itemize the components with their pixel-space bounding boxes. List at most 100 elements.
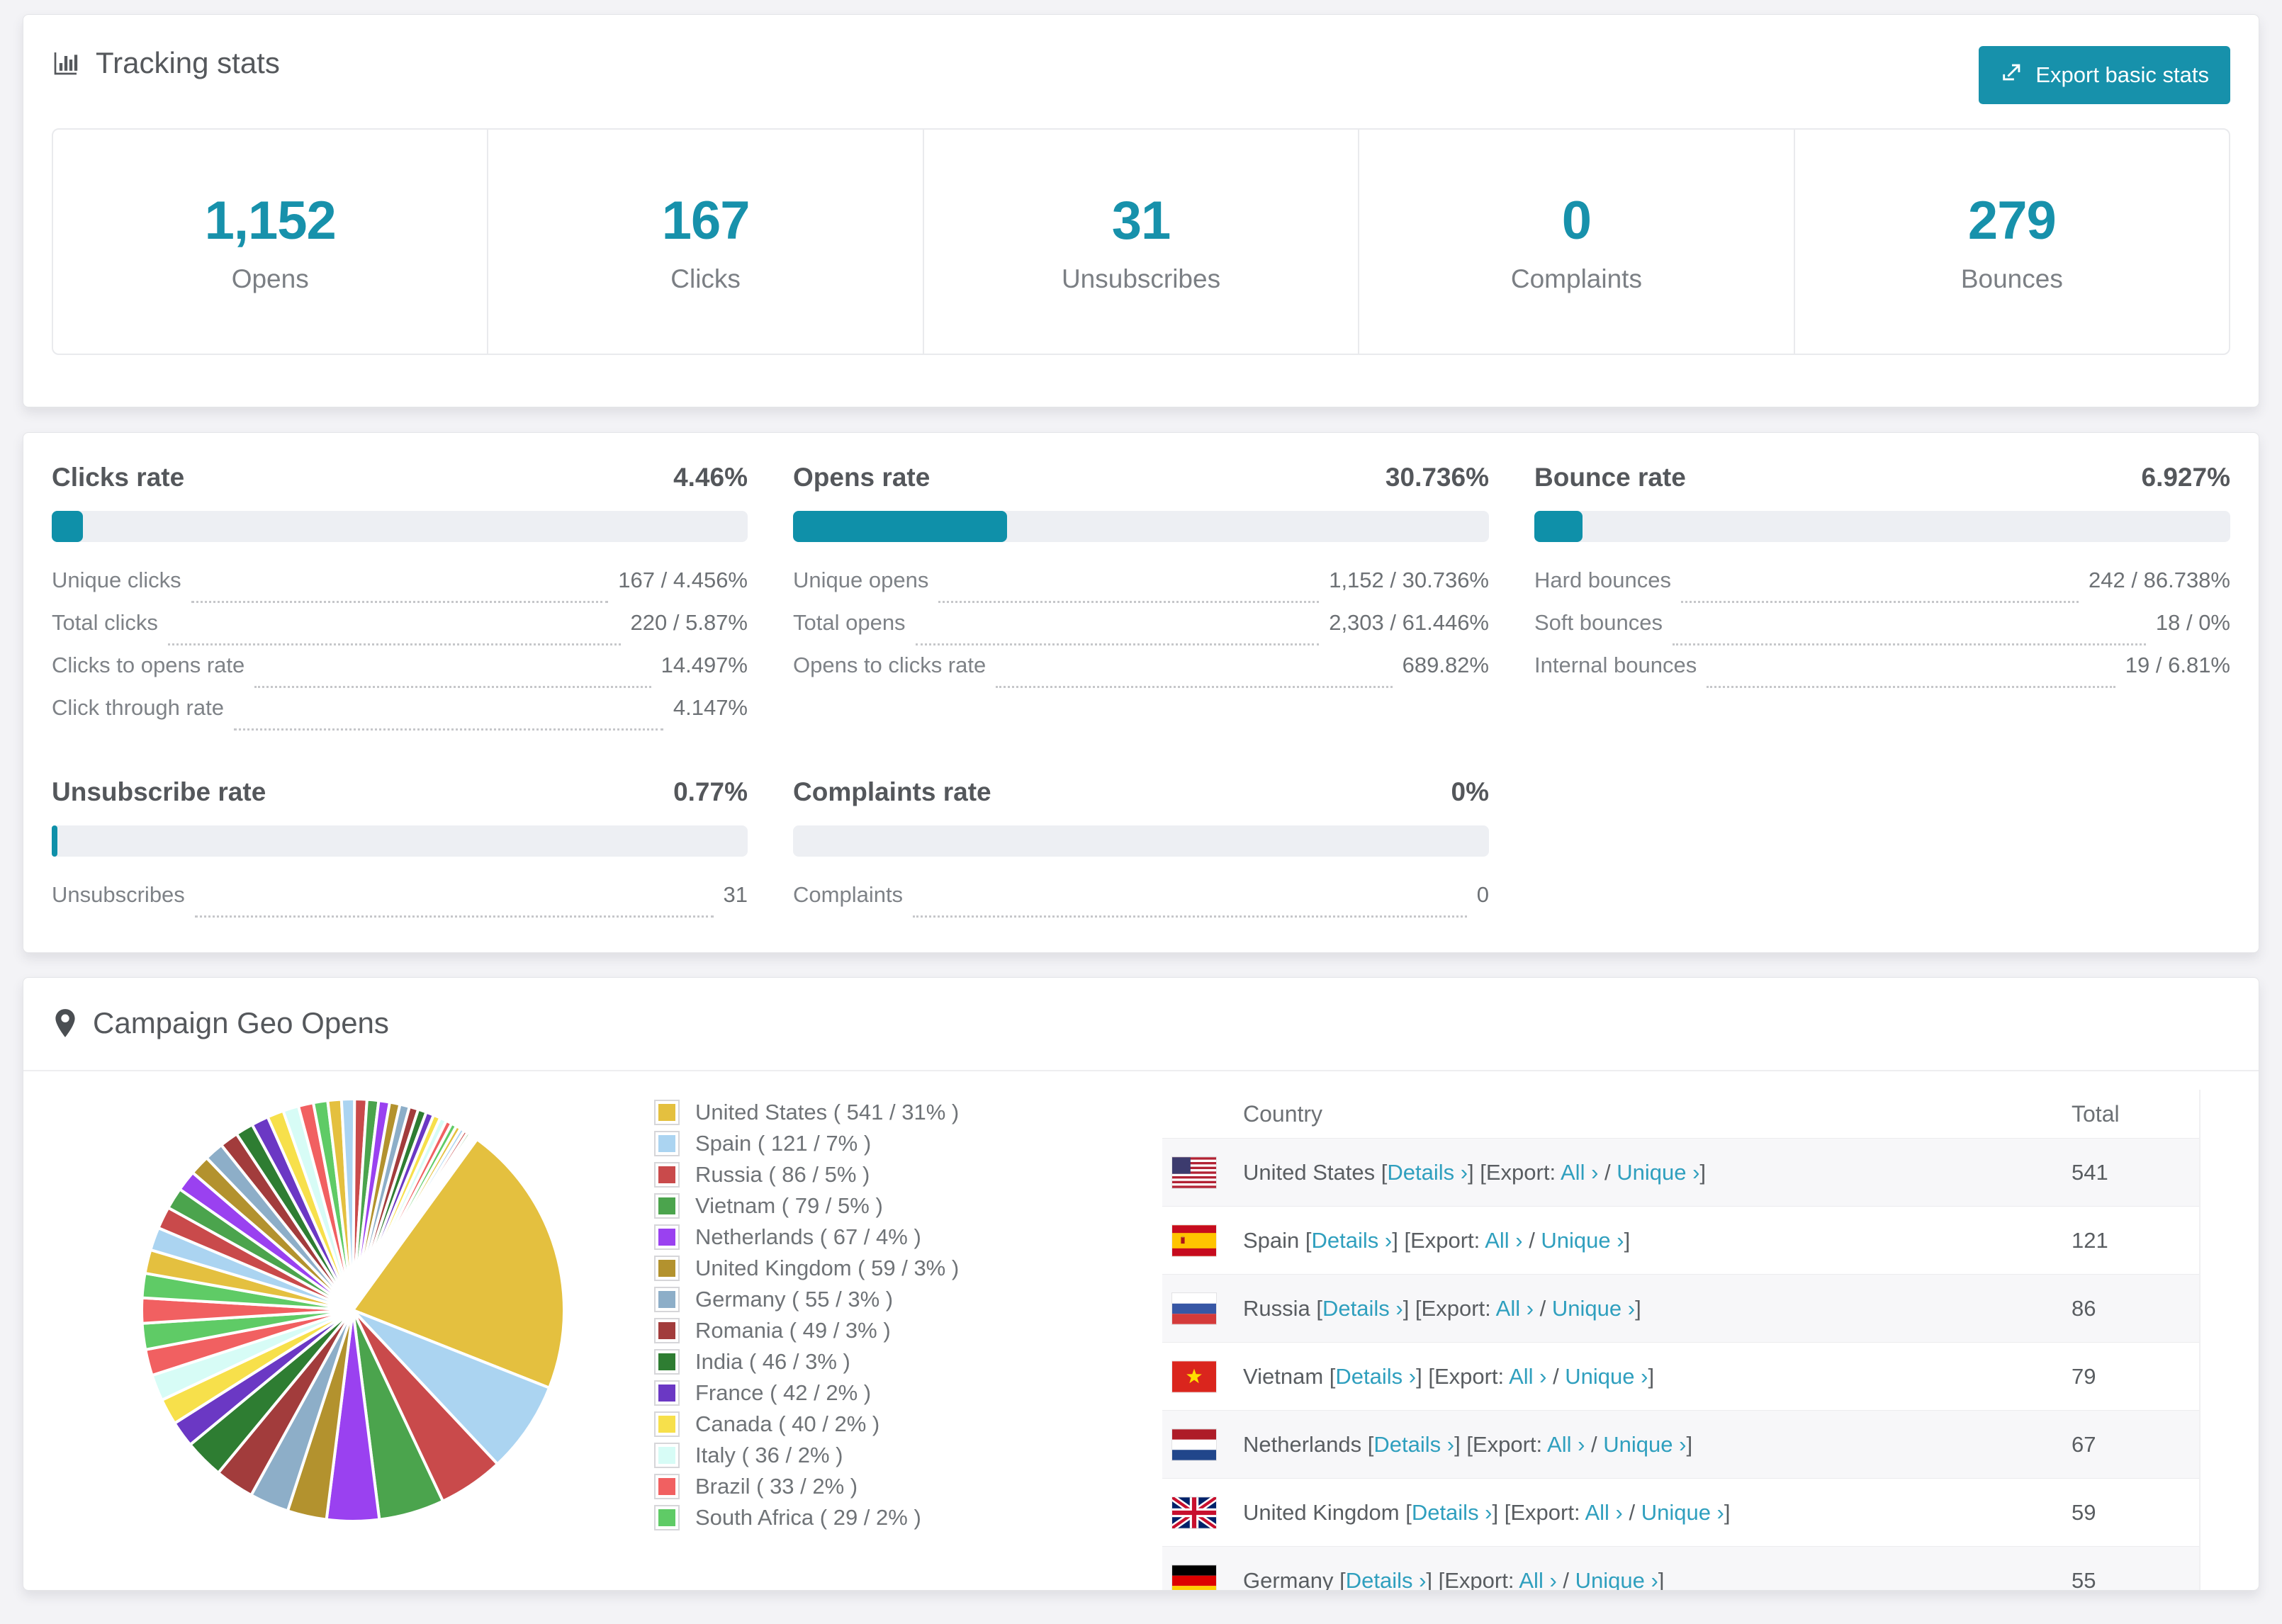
- export-label-text: ] [Export:: [1492, 1499, 1585, 1525]
- legend-label: Brazil ( 33 / 2% ): [695, 1474, 858, 1499]
- flag-nl: [1172, 1428, 1216, 1460]
- flag-de: [1172, 1564, 1216, 1590]
- row-total: 86: [2072, 1295, 2096, 1321]
- export-all-link[interactable]: All ›: [1509, 1364, 1546, 1389]
- bar-chart-icon: [52, 49, 80, 77]
- stat-cell-complaints: 0 Complaints: [1358, 130, 1793, 354]
- country-name: United Kingdom: [1243, 1499, 1400, 1525]
- rate-progress: [52, 511, 748, 542]
- country-flag: [1172, 1360, 1216, 1392]
- export-unique-link[interactable]: Unique ›: [1603, 1432, 1686, 1457]
- rate-title: Opens rate: [793, 463, 931, 492]
- export-all-link[interactable]: All ›: [1561, 1160, 1598, 1185]
- details-link[interactable]: Details ›: [1387, 1160, 1468, 1185]
- export-all-link[interactable]: All ›: [1519, 1568, 1556, 1591]
- table-row-gb: United Kingdom [Details ›] [Export: All …: [1162, 1478, 2199, 1546]
- export-unique-link[interactable]: Unique ›: [1541, 1228, 1624, 1253]
- rate-row-value: 220 / 5.87%: [630, 610, 748, 635]
- rate-title: Complaints rate: [793, 777, 991, 806]
- dotted-leader: [233, 728, 663, 731]
- export-all-link[interactable]: All ›: [1496, 1296, 1534, 1321]
- rates-grid: Clicks rate 4.46% Unique clicks 167 / 4.456…: [52, 463, 2230, 925]
- flag-us: [1172, 1156, 1216, 1188]
- details-link[interactable]: Details ›: [1335, 1364, 1416, 1389]
- legend-item: Spain ( 121 / 7% ): [654, 1128, 1051, 1159]
- export-unique-link[interactable]: Unique ›: [1575, 1568, 1658, 1591]
- bracket-text: ]: [1686, 1431, 1693, 1457]
- rate-row-value: 18 / 0%: [2155, 610, 2230, 635]
- export-all-link[interactable]: All ›: [1585, 1500, 1622, 1525]
- rate-progress: [793, 825, 1489, 857]
- export-basic-stats-button[interactable]: Export basic stats: [1979, 46, 2230, 104]
- country-flag: [1172, 1496, 1216, 1528]
- rate-progress-fill: [793, 511, 1007, 542]
- legend-item: United States ( 541 / 31% ): [654, 1097, 1051, 1128]
- table-row-us: United States [Details ›] [Export: All ›…: [1162, 1138, 2199, 1206]
- table-row-es: Spain [Details ›] [Export: All › / Uniqu…: [1162, 1206, 2199, 1274]
- tracking-stats-card: Tracking stats Export basic stats 1,152 O…: [23, 14, 2259, 407]
- legend-swatch: [654, 1349, 680, 1375]
- export-all-link[interactable]: All ›: [1485, 1228, 1522, 1253]
- rate-block-complaints-rate: Complaints rate 0% Complaints 0: [793, 777, 1489, 925]
- legend-swatch: [654, 1505, 680, 1530]
- legend-label: Romania ( 49 / 3% ): [695, 1318, 891, 1343]
- slash-text: /: [1622, 1499, 1641, 1525]
- country-name: Germany: [1243, 1567, 1334, 1591]
- rate-row-value: 167 / 4.456%: [618, 568, 748, 592]
- rate-block-header: Unsubscribe rate 0.77%: [52, 777, 748, 806]
- export-unique-link[interactable]: Unique ›: [1565, 1364, 1648, 1389]
- page-title: Tracking stats: [96, 46, 280, 79]
- flag-ru: [1172, 1292, 1216, 1324]
- stat-cell-opens: 1,152 Opens: [53, 130, 487, 354]
- dotted-leader: [254, 686, 651, 688]
- legend-label: India ( 46 / 3% ): [695, 1349, 850, 1374]
- legend-label: United States ( 541 / 31% ): [695, 1100, 960, 1124]
- table-row-ru: Russia [Details ›] [Export: All › / Uniq…: [1162, 1274, 2199, 1342]
- details-link[interactable]: Details ›: [1346, 1568, 1427, 1591]
- rate-row-value: 242 / 86.738%: [2089, 568, 2230, 592]
- legend-swatch: [654, 1287, 680, 1312]
- rate-block-unsubscribe-rate: Unsubscribe rate 0.77% Unsubscribes 31: [52, 777, 748, 925]
- rate-row-label: Total opens: [793, 610, 906, 635]
- bracket-text: ]: [1624, 1227, 1631, 1253]
- legend-item: United Kingdom ( 59 / 3% ): [654, 1253, 1051, 1284]
- table-row-de: Germany [Details ›] [Export: All › / Uni…: [1162, 1546, 2199, 1591]
- rate-progress-fill: [1534, 511, 1583, 542]
- rate-row: Complaints 0: [793, 882, 1489, 925]
- dotted-leader: [913, 915, 1467, 918]
- stat-label: Clicks: [670, 264, 741, 293]
- country-name: Netherlands: [1243, 1431, 1362, 1457]
- rate-row-label: Complaints: [793, 882, 904, 907]
- geo-pie-chart: [135, 1090, 589, 1590]
- legend-swatch: [654, 1256, 680, 1281]
- legend-label: Italy ( 36 / 2% ): [695, 1443, 843, 1467]
- legend-swatch: [654, 1474, 680, 1499]
- legend-label: Netherlands ( 67 / 4% ): [695, 1224, 921, 1249]
- export-label-text: ] [Export:: [1416, 1363, 1510, 1389]
- export-unique-link[interactable]: Unique ›: [1617, 1160, 1699, 1185]
- rate-row-value: 31: [723, 882, 748, 907]
- country-flag: [1172, 1428, 1216, 1460]
- export-all-link[interactable]: All ›: [1547, 1432, 1585, 1457]
- details-link[interactable]: Details ›: [1322, 1296, 1403, 1321]
- export-icon: [2000, 60, 2024, 90]
- tracking-stats-title-row: Tracking stats: [52, 46, 280, 80]
- rate-row: Total opens 2,303 / 61.446%: [793, 610, 1489, 653]
- export-unique-link[interactable]: Unique ›: [1552, 1296, 1635, 1321]
- details-link[interactable]: Details ›: [1373, 1432, 1454, 1457]
- row-total: 121: [2072, 1227, 2108, 1253]
- dotted-leader: [915, 643, 1320, 645]
- stat-label: Opens: [231, 264, 309, 293]
- legend-item: Brazil ( 33 / 2% ): [654, 1471, 1051, 1502]
- details-link[interactable]: Details ›: [1312, 1228, 1393, 1253]
- country-flag: [1172, 1292, 1216, 1324]
- rate-block-header: Clicks rate 4.46%: [52, 463, 748, 492]
- rates-card: Clicks rate 4.46% Unique clicks 167 / 4.456…: [23, 432, 2259, 953]
- rate-row: Opens to clicks rate 689.82%: [793, 653, 1489, 695]
- details-link[interactable]: Details ›: [1412, 1500, 1493, 1525]
- row-total: 79: [2072, 1363, 2096, 1389]
- rate-rows: Unsubscribes 31: [52, 882, 748, 925]
- export-unique-link[interactable]: Unique ›: [1641, 1500, 1724, 1525]
- bracket-text: [: [1299, 1227, 1312, 1253]
- country-cell: United Kingdom [Details ›] [Export: All …: [1243, 1500, 2072, 1526]
